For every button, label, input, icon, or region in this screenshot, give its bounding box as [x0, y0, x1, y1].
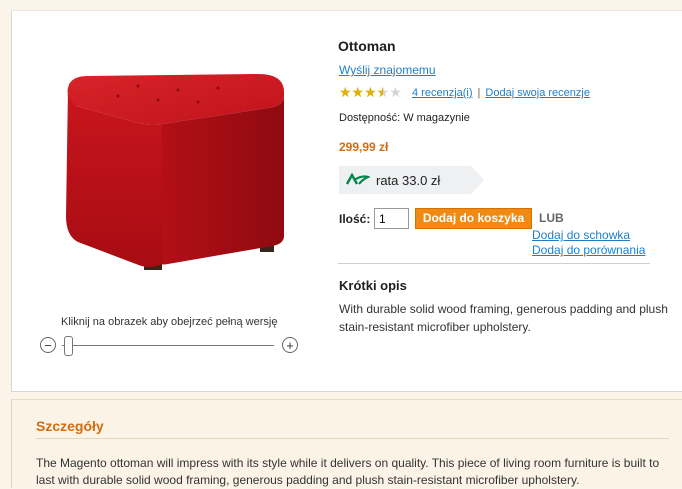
details-divider: [36, 438, 669, 439]
add-to-cart-button[interactable]: Dodaj do koszyka: [415, 208, 532, 229]
page-top-strip: [0, 0, 682, 10]
short-description-text: With durable solid wood framing, generou…: [339, 302, 668, 334]
details-title: Szczegóły: [36, 418, 104, 434]
add-review-link[interactable]: Dodaj swoja recenzje: [485, 87, 590, 99]
rating-stars: ★★★★★ ★★★★★: [339, 84, 407, 100]
or-label: LUB: [539, 211, 564, 225]
section-divider: [338, 263, 650, 264]
rating-separator: |: [477, 87, 481, 99]
details-text: The Magento ottoman will impress with it…: [36, 456, 660, 487]
product-image[interactable]: [58, 66, 298, 280]
zoom-slider-handle[interactable]: [64, 336, 73, 356]
short-description-title: Krótki opis: [339, 278, 407, 293]
quantity-input[interactable]: [374, 208, 409, 229]
product-price: 299,99 zł: [339, 140, 389, 154]
zoom-out-button[interactable]: −: [40, 337, 56, 353]
credit-agricole-logo-icon: [345, 173, 370, 185]
installment-text: rata 33.0 zł: [376, 173, 441, 188]
reviews-count-link[interactable]: 4 recenzja(i): [412, 87, 473, 99]
zoom-caption: Kliknij na obrazek aby obejrzeć pełną we…: [61, 316, 278, 328]
add-to-compare-link[interactable]: Dodaj do porównania: [532, 243, 645, 257]
add-to-wishlist-link[interactable]: Dodaj do schowka: [532, 228, 630, 242]
installment-badge[interactable]: rata 33.0 zł: [339, 166, 484, 194]
zoom-in-button[interactable]: +: [282, 337, 298, 353]
rating-summary: ★★★★★ ★★★★★ 4 recenzja(i) | Dodaj swoja …: [339, 84, 590, 101]
product-name: Ottoman: [338, 38, 396, 54]
zoom-slider-track[interactable]: [62, 345, 274, 346]
quantity-label: Ilość:: [339, 212, 371, 226]
availability-status: Dostępność: W magazynie: [339, 112, 470, 124]
star-icon: ★★★★★: [339, 84, 383, 100]
send-to-friend-link[interactable]: Wyślij znajomemu: [339, 63, 436, 77]
